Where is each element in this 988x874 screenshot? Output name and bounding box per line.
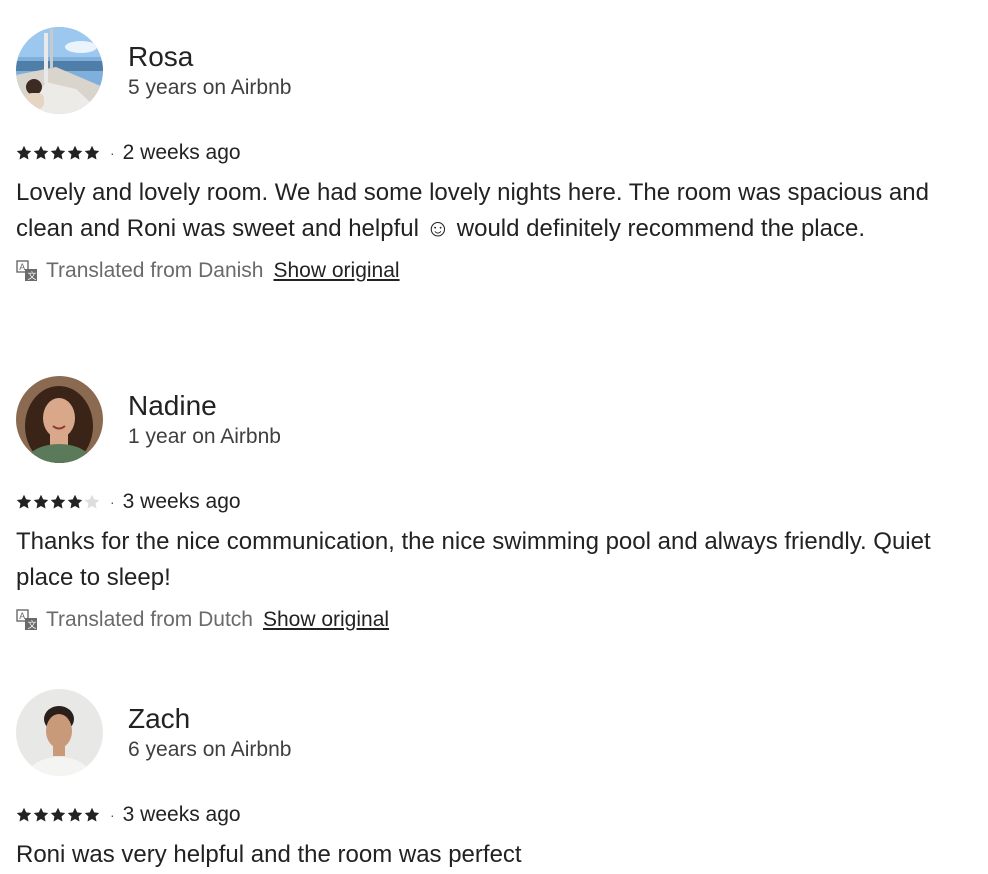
star-rating xyxy=(16,494,100,510)
star-filled-icon xyxy=(33,145,49,160)
star-filled-icon xyxy=(67,145,83,160)
star-filled-icon xyxy=(33,494,49,509)
star-empty-icon xyxy=(84,494,100,509)
show-original-link[interactable]: Show original xyxy=(273,259,399,283)
rating-row: · 3 weeks ago xyxy=(16,488,966,516)
reviewer-header: Nadine 1 year on Airbnb xyxy=(16,375,966,463)
star-filled-icon xyxy=(16,494,32,509)
review-item: Zach 6 years on Airbnb · 3 weeks ago Ron… xyxy=(16,688,966,873)
reviewer-avatar[interactable] xyxy=(16,688,103,776)
star-filled-icon xyxy=(50,807,66,822)
reviews-list: Rosa 5 years on Airbnb · 2 weeks ago Lov… xyxy=(0,0,988,874)
rating-row: · 2 weeks ago xyxy=(16,139,966,167)
review-date: 3 weeks ago xyxy=(122,490,241,513)
separator-dot: · xyxy=(110,807,115,823)
reviewer-name: Nadine xyxy=(128,390,217,421)
star-rating xyxy=(16,807,100,823)
review-text: Thanks for the nice communication, the n… xyxy=(16,528,931,591)
reviewer-tenure: 1 year on Airbnb xyxy=(128,425,281,448)
star-filled-icon xyxy=(67,494,83,509)
svg-text:文: 文 xyxy=(28,270,37,281)
star-filled-icon xyxy=(16,807,32,822)
star-filled-icon xyxy=(50,494,66,509)
review-text: Lovely and lovely room. We had some love… xyxy=(16,179,929,242)
review-item: Nadine 1 year on Airbnb · 3 weeks ago Th… xyxy=(16,375,966,635)
svg-text:A: A xyxy=(19,611,25,621)
star-filled-icon xyxy=(84,807,100,822)
reviewer-header: Zach 6 years on Airbnb xyxy=(16,688,966,776)
svg-text:文: 文 xyxy=(28,619,37,630)
reviewer-name: Zach xyxy=(128,703,191,734)
star-filled-icon xyxy=(67,807,83,822)
reviewer-name: Rosa xyxy=(128,41,194,72)
separator-dot: · xyxy=(110,494,115,510)
review-date: 2 weeks ago xyxy=(122,141,241,164)
translate-icon: A 文 xyxy=(16,260,38,282)
reviewer-avatar[interactable] xyxy=(16,375,103,463)
star-filled-icon xyxy=(33,807,49,822)
separator-dot: · xyxy=(110,145,115,161)
star-filled-icon xyxy=(84,145,100,160)
review-date: 3 weeks ago xyxy=(122,803,241,826)
star-rating xyxy=(16,145,100,161)
reviewer-tenure: 5 years on Airbnb xyxy=(128,76,292,99)
avatar-photo-man-icon xyxy=(16,688,103,776)
avatar-photo-woman-icon xyxy=(16,375,103,463)
reviewer-avatar[interactable] xyxy=(16,26,103,114)
avatar-photo-boat-icon xyxy=(16,26,103,114)
reviewer-tenure: 6 years on Airbnb xyxy=(128,738,292,761)
translate-icon: A 文 xyxy=(16,609,38,631)
reviewer-header: Rosa 5 years on Airbnb xyxy=(16,26,966,114)
svg-text:A: A xyxy=(19,262,25,272)
review-item: Rosa 5 years on Airbnb · 2 weeks ago Lov… xyxy=(16,26,966,286)
star-filled-icon xyxy=(50,145,66,160)
translation-note: Translated from Danish xyxy=(46,259,264,282)
show-original-link[interactable]: Show original xyxy=(263,608,389,632)
translation-row: A 文 Translated from Dutch Show original xyxy=(16,605,966,635)
rating-row: · 3 weeks ago xyxy=(16,801,966,829)
star-filled-icon xyxy=(16,145,32,160)
translation-note: Translated from Dutch xyxy=(46,608,253,631)
translation-row: A 文 Translated from Danish Show original xyxy=(16,256,966,286)
review-text: Roni was very helpful and the room was p… xyxy=(16,841,522,868)
